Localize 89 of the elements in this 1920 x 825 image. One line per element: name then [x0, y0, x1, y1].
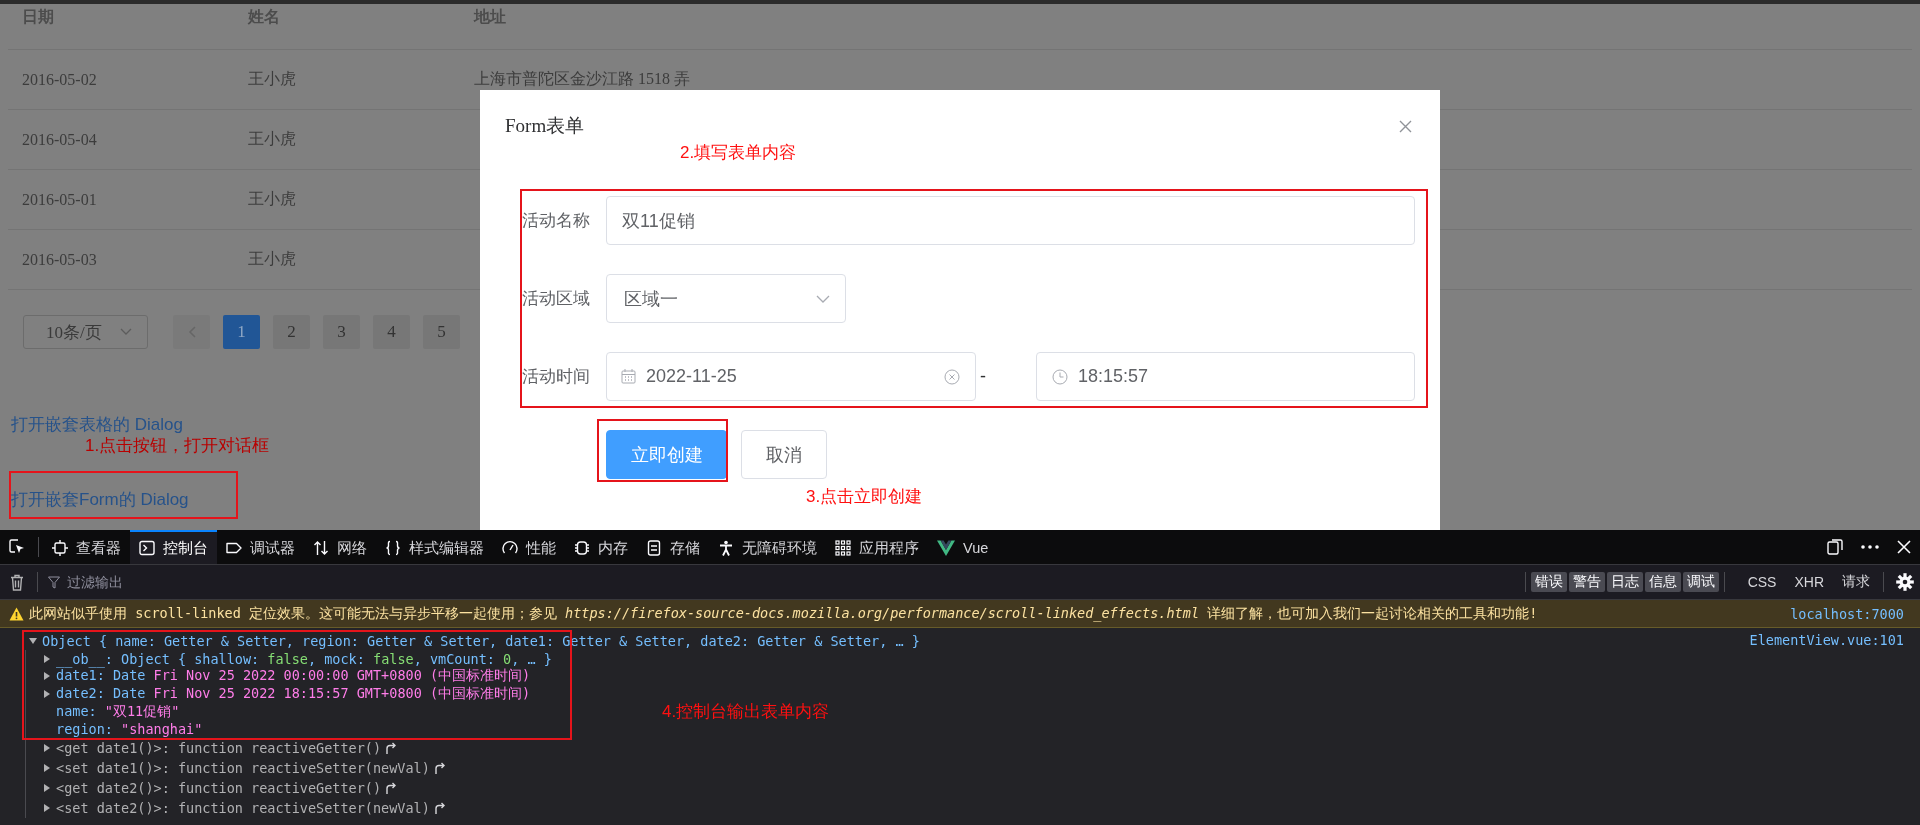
console-line: region: "shanghai": [56, 721, 203, 738]
field-label: 活动名称: [521, 210, 591, 232]
select-field[interactable]: 区域一: [606, 274, 846, 323]
devtools-tab[interactable]: 样式编辑器: [376, 530, 493, 564]
log-level-toggle[interactable]: 错误: [1530, 572, 1567, 592]
table-cell-text: 王小虎: [248, 189, 297, 209]
date-field[interactable]: 2022-11-25: [606, 352, 976, 401]
annotation-text: 3.点击立即创建: [806, 486, 923, 508]
table-cell-text: 2016-05-03: [22, 250, 98, 269]
devtools-tab[interactable]: 应用程序: [826, 530, 928, 564]
caret-icon[interactable]: [43, 689, 51, 698]
chevron-logo-icon: [937, 539, 955, 557]
console-line: date2: Date Fri Nov 25 2022 18:15:57 GMT+0800 (中国标准时间): [56, 684, 531, 703]
chevron-down-icon: [816, 294, 830, 303]
devtools-tab[interactable]: 调试器: [217, 530, 304, 564]
source-link[interactable]: localhost:7000: [1790, 605, 1904, 622]
table-cell-text: 2016-05-02: [22, 70, 98, 89]
braces-icon: [385, 540, 401, 556]
chip-icon: [574, 540, 590, 556]
frame-icon: [52, 540, 68, 556]
request-filter-toggle[interactable]: 请求: [1838, 572, 1874, 592]
range-separator: -: [979, 366, 987, 387]
log-level-toggle[interactable]: 日志: [1606, 572, 1643, 592]
trash-icon[interactable]: [10, 573, 24, 591]
table-cell-text: 王小虎: [248, 69, 297, 89]
jump-icon[interactable]: [433, 802, 446, 815]
table-cell-text: 2016-05-04: [22, 130, 98, 149]
devtools-tab[interactable]: 存储: [637, 530, 709, 564]
console-line: date1: Date Fri Nov 25 2022 00:00:00 GMT+0800 (中国标准时间): [56, 667, 531, 686]
filter-icon: [48, 575, 60, 589]
source-link[interactable]: ElementView.vue:101: [1749, 632, 1904, 648]
calendar-icon: [621, 369, 636, 384]
field-label: 活动时间: [521, 366, 591, 388]
filter-field[interactable]: 过滤输出: [65, 573, 369, 591]
caret-icon[interactable]: [43, 784, 51, 793]
caret-icon[interactable]: [43, 744, 51, 753]
more-icon[interactable]: [1861, 545, 1879, 549]
gauge-icon: [502, 540, 518, 556]
devtools-tab[interactable]: Vue: [928, 530, 998, 564]
caret-icon[interactable]: [43, 672, 51, 681]
chevron-down-icon: [120, 328, 132, 336]
arrows-icon: [313, 540, 329, 556]
jump-icon[interactable]: [433, 762, 446, 775]
dock-icon[interactable]: [1827, 539, 1843, 555]
accessibility-icon: [718, 540, 734, 556]
grid-icon: [835, 540, 851, 556]
console-line: __ob__: Object { shallow: false, mock: false, vmCount: 0, … }: [56, 650, 552, 667]
terminal-icon: [139, 540, 155, 556]
devtools-tab[interactable]: 查看器: [43, 530, 130, 564]
request-filter-toggle[interactable]: CSS: [1743, 572, 1781, 592]
time-field[interactable]: 18:15:57: [1036, 352, 1415, 401]
annotation-text: 4.控制台输出表单内容: [662, 701, 830, 723]
devtools-tab[interactable]: 内存: [565, 530, 637, 564]
dialog-title: Form表单: [505, 114, 585, 138]
caret-icon[interactable]: [29, 636, 37, 645]
devtools-tab[interactable]: 控制台: [130, 530, 217, 564]
log-level-toggle[interactable]: 警告: [1568, 572, 1605, 592]
caret-icon[interactable]: [43, 804, 51, 813]
warning-icon: [9, 606, 24, 621]
console-line: <get date1()>: function reactiveGetter(): [56, 740, 382, 757]
clock-icon: [1052, 368, 1068, 385]
annotation-text: 2.填写表单内容: [680, 142, 797, 164]
log-level-toggle[interactable]: 信息: [1644, 572, 1681, 592]
pick-element-icon[interactable]: [9, 539, 25, 555]
caret-icon[interactable]: [43, 654, 51, 663]
storage-icon: [646, 540, 662, 556]
table-cell-text: 王小虎: [248, 249, 297, 269]
tag-icon: [226, 540, 242, 556]
devtools-tab[interactable]: 无障碍环境: [709, 530, 826, 564]
jump-icon[interactable]: [385, 742, 398, 755]
settings-icon[interactable]: [1896, 573, 1914, 591]
warning-message: 此网站似乎使用 scroll-linked 定位效果。这可能无法与异步平移一起使用；参见 https://firefox-source-docs.mozilla.org/performance/scroll-linked_effects.html 详细了解，也可加入我们一起讨论相关的工具和功能!: [29, 604, 1539, 623]
devtools-tab[interactable]: 性能: [493, 530, 565, 564]
table-cell-text: 王小虎: [248, 129, 297, 149]
devtools-tab[interactable]: 网络: [304, 530, 376, 564]
annotation-text: 1.点击按钮，打开对话框: [85, 435, 270, 457]
console-line: <get date2()>: function reactiveGetter(): [56, 780, 382, 797]
console-line: name: "双11促销": [56, 702, 180, 721]
log-level-toggle[interactable]: 调试: [1682, 572, 1719, 592]
jump-icon[interactable]: [385, 782, 398, 795]
console-line: <set date1()>: function reactiveSetter(newVal): [56, 760, 430, 777]
cancel-button[interactable]: 取消: [741, 430, 827, 479]
table-cell-text: 2016-05-01: [22, 190, 98, 209]
console-line: <set date2()>: function reactiveSetter(newVal): [56, 800, 430, 817]
request-filter-toggle[interactable]: XHR: [1790, 572, 1828, 592]
input-field[interactable]: 双11促销: [606, 196, 1415, 245]
caret-icon[interactable]: [43, 764, 51, 773]
field-label: 活动区域: [521, 288, 591, 310]
table-cell-text: 上海市普陀区金沙江路 1518 弄: [474, 69, 691, 89]
